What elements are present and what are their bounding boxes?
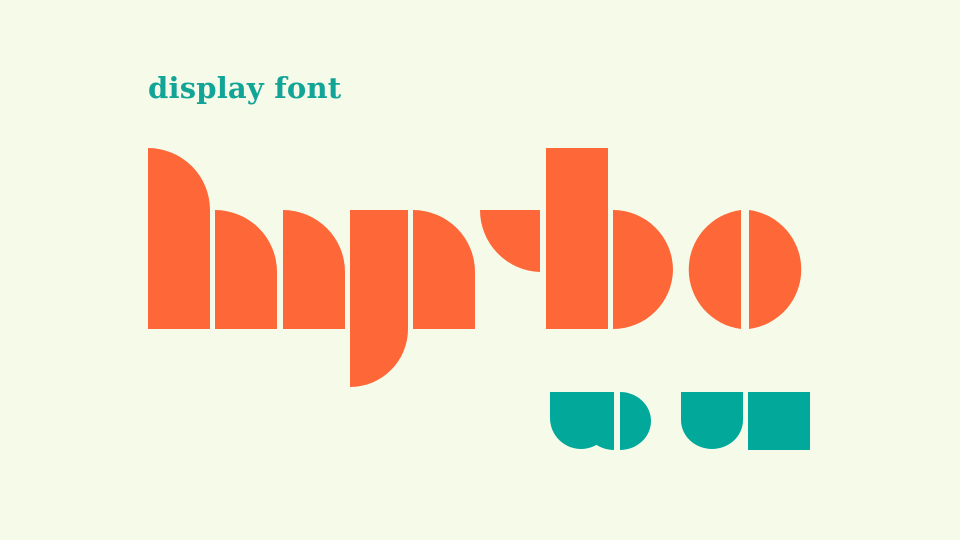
o-right	[749, 210, 802, 329]
display-font-logo	[0, 0, 960, 540]
b-stem	[546, 148, 608, 329]
small-o-right	[620, 392, 651, 450]
o-left	[688, 210, 741, 329]
glyph-h	[148, 148, 277, 329]
glyph-r	[413, 210, 540, 329]
glyph-o-small	[583, 392, 651, 450]
glyph-u-small	[681, 392, 743, 449]
secondary-wordmark	[550, 392, 810, 450]
glyph-e-small	[748, 392, 810, 450]
font-showcase: display font	[0, 0, 960, 540]
primary-wordmark	[148, 148, 802, 387]
glyph-y	[283, 210, 408, 387]
b-bowl	[613, 210, 673, 329]
glyph-o	[688, 210, 802, 329]
glyph-b	[546, 148, 673, 329]
